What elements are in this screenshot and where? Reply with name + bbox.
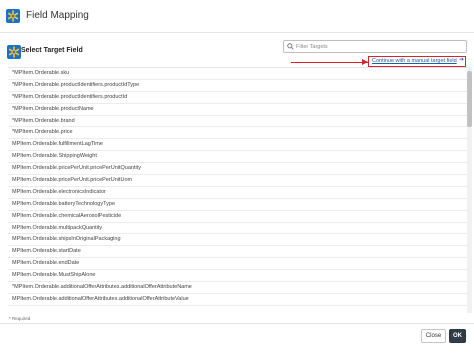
list-scrollbar[interactable]	[467, 67, 472, 313]
close-button[interactable]: Close	[421, 329, 446, 343]
manual-target-link[interactable]: Continue with a manual target field	[372, 58, 457, 65]
target-field-item[interactable]: *MPItem.Orderable.additionalOfferAttribu…	[8, 282, 467, 294]
required-note: * Required	[9, 316, 31, 321]
target-field-list: *MPItem.Orderable.sku *MPItem.Orderable.p…	[8, 67, 467, 313]
target-field-item[interactable]: MPItem.Orderable.chemicalAerosolPesticid…	[8, 211, 467, 223]
target-field-item[interactable]: *MPItem.Orderable.price	[8, 127, 467, 140]
target-field-item[interactable]: *MPItem.Orderable.productIdentifiers.pro…	[8, 80, 467, 92]
ok-button[interactable]: OK	[449, 329, 466, 343]
target-field-item[interactable]: *MPItem.Orderable.brand	[8, 116, 467, 128]
dialog-header: Field Mapping	[0, 0, 474, 33]
target-field-item[interactable]: MPItem.Orderable.shipsInOriginalPackagin…	[8, 234, 467, 247]
target-field-item[interactable]: MPItem.Orderable.pricePerUnit.pricePerUn…	[8, 175, 467, 187]
target-field-item[interactable]: MPItem.Orderable.MustShipAlone	[8, 270, 467, 283]
target-field-item[interactable]: MPItem.Orderable.additionalOfferAttribut…	[8, 294, 467, 306]
target-field-item[interactable]: *MPItem.Orderable.sku	[8, 68, 467, 80]
target-field-item[interactable]: MPItem.Orderable.electronicsIndicator	[8, 187, 467, 199]
scrollbar-thumb[interactable]	[467, 71, 472, 127]
target-field-item[interactable]: *MPItem.Orderable.productName	[8, 104, 467, 116]
target-field-item[interactable]: MPItem.Orderable.startDate	[8, 246, 467, 259]
filter-targets-input[interactable]	[296, 42, 464, 52]
annotation-arrow-line	[291, 62, 368, 63]
filter-targets-field[interactable]	[283, 40, 467, 53]
dialog-title: Field Mapping	[26, 10, 89, 21]
manual-target-highlight: Continue with a manual target field ➔	[368, 56, 466, 67]
target-field-item[interactable]: *MPItem.Orderable.productIdentifiers.pro…	[8, 92, 467, 104]
search-icon	[287, 43, 294, 50]
target-field-item[interactable]: MPItem.Orderable.batteryTechnologyType	[8, 199, 467, 211]
walmart-spark-icon	[6, 9, 20, 23]
target-field-item[interactable]: MPItem.Orderable.ShippingWeight	[8, 151, 467, 164]
footer-divider	[0, 323, 474, 324]
arrow-right-icon: ➔	[459, 57, 465, 63]
section-title: Select Target Field	[21, 47, 83, 54]
walmart-spark-icon	[7, 45, 21, 59]
target-field-item[interactable]: MPItem.Orderable.endDate	[8, 258, 467, 271]
target-field-item[interactable]: MPItem.Orderable.fulfillmentLagTime	[8, 139, 467, 152]
target-field-item[interactable]: MPItem.Orderable.pricePerUnit.pricePerUn…	[8, 163, 467, 176]
target-field-item[interactable]: MPItem.Orderable.multipackQuantity	[8, 223, 467, 235]
